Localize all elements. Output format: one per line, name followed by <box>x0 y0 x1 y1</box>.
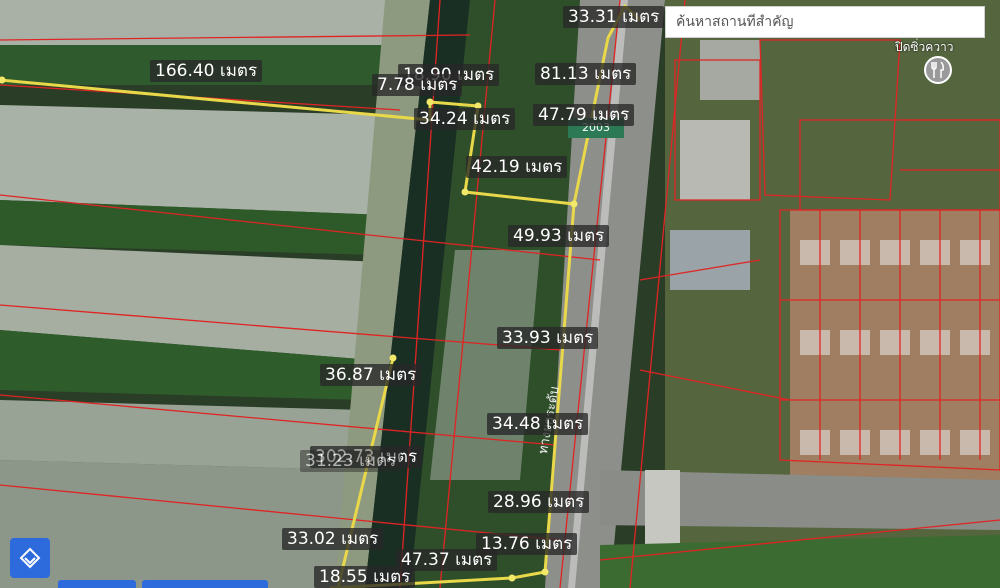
measure-label: 34.24 เมตร <box>414 108 516 130</box>
measure-label: 36.87 เมตร <box>320 364 422 386</box>
layers-icon <box>19 547 41 569</box>
bottom-tab[interactable] <box>142 580 268 588</box>
measure-label: 7.78 เมตร <box>372 74 463 96</box>
measure-label: 166.40 เมตร <box>150 60 263 82</box>
search-input[interactable] <box>674 13 976 31</box>
measure-label: 49.93 เมตร <box>508 225 610 247</box>
measure-label: 33.31 เมตร <box>563 6 665 28</box>
fork-knife-icon <box>931 62 944 78</box>
measure-label: 28.96 เมตร <box>488 491 590 513</box>
layers-button[interactable] <box>10 538 50 578</box>
measure-label: 34.48 เมตร <box>487 413 589 435</box>
measure-label: 42.19 เมตร <box>466 156 568 178</box>
measure-label: 47.79 เมตร <box>533 104 635 126</box>
measure-label: 33.02 เมตร <box>282 528 384 550</box>
bottom-tab[interactable] <box>58 580 136 588</box>
measure-label: 18.55 เมตร <box>314 566 416 588</box>
restaurant-icon[interactable] <box>924 56 952 84</box>
search-box[interactable] <box>665 6 985 38</box>
measure-label: 31.23 เมตร <box>300 450 402 472</box>
measure-label: 81.13 เมตร <box>535 63 637 85</box>
poi-label: ปิดซิ่วควาว <box>895 40 954 54</box>
measure-label: 33.93 เมตร <box>497 327 599 349</box>
